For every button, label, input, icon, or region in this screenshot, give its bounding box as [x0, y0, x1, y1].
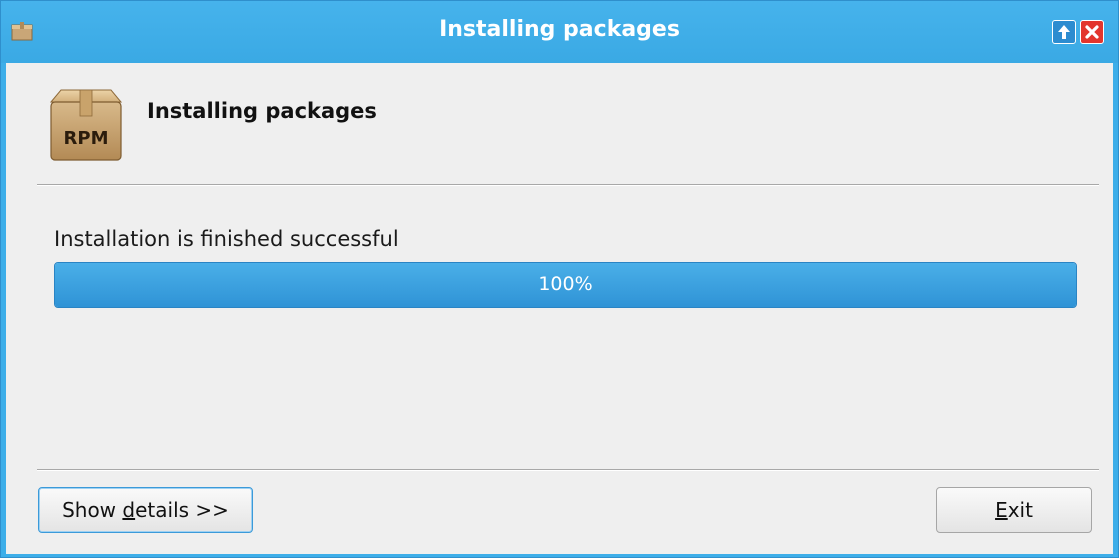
keep-above-button[interactable] — [1052, 20, 1076, 44]
rpm-icon-text: RPM — [64, 128, 109, 149]
header-divider — [37, 184, 1099, 186]
installer-window: Installing packages RPM Installing packa… — [0, 0, 1119, 558]
progress-label: 100% — [538, 273, 593, 295]
close-icon — [1085, 25, 1099, 39]
status-message: Installation is finished successful — [54, 227, 399, 251]
footer-divider — [37, 469, 1099, 471]
dialog-content: RPM Installing packages Installation is … — [6, 63, 1113, 554]
progress-bar: 100% — [54, 262, 1077, 308]
exit-button[interactable]: Exit — [936, 487, 1092, 533]
show-details-label: Show details >> — [62, 498, 229, 522]
exit-label: Exit — [995, 498, 1033, 522]
rpm-package-icon: RPM — [49, 89, 123, 161]
keep-above-icon — [1058, 25, 1070, 39]
page-title: Installing packages — [147, 99, 377, 123]
window-title: Installing packages — [439, 17, 680, 42]
title-bar[interactable]: Installing packages — [1, 1, 1118, 63]
close-button[interactable] — [1080, 20, 1104, 44]
show-details-button[interactable]: Show details >> — [38, 487, 253, 533]
